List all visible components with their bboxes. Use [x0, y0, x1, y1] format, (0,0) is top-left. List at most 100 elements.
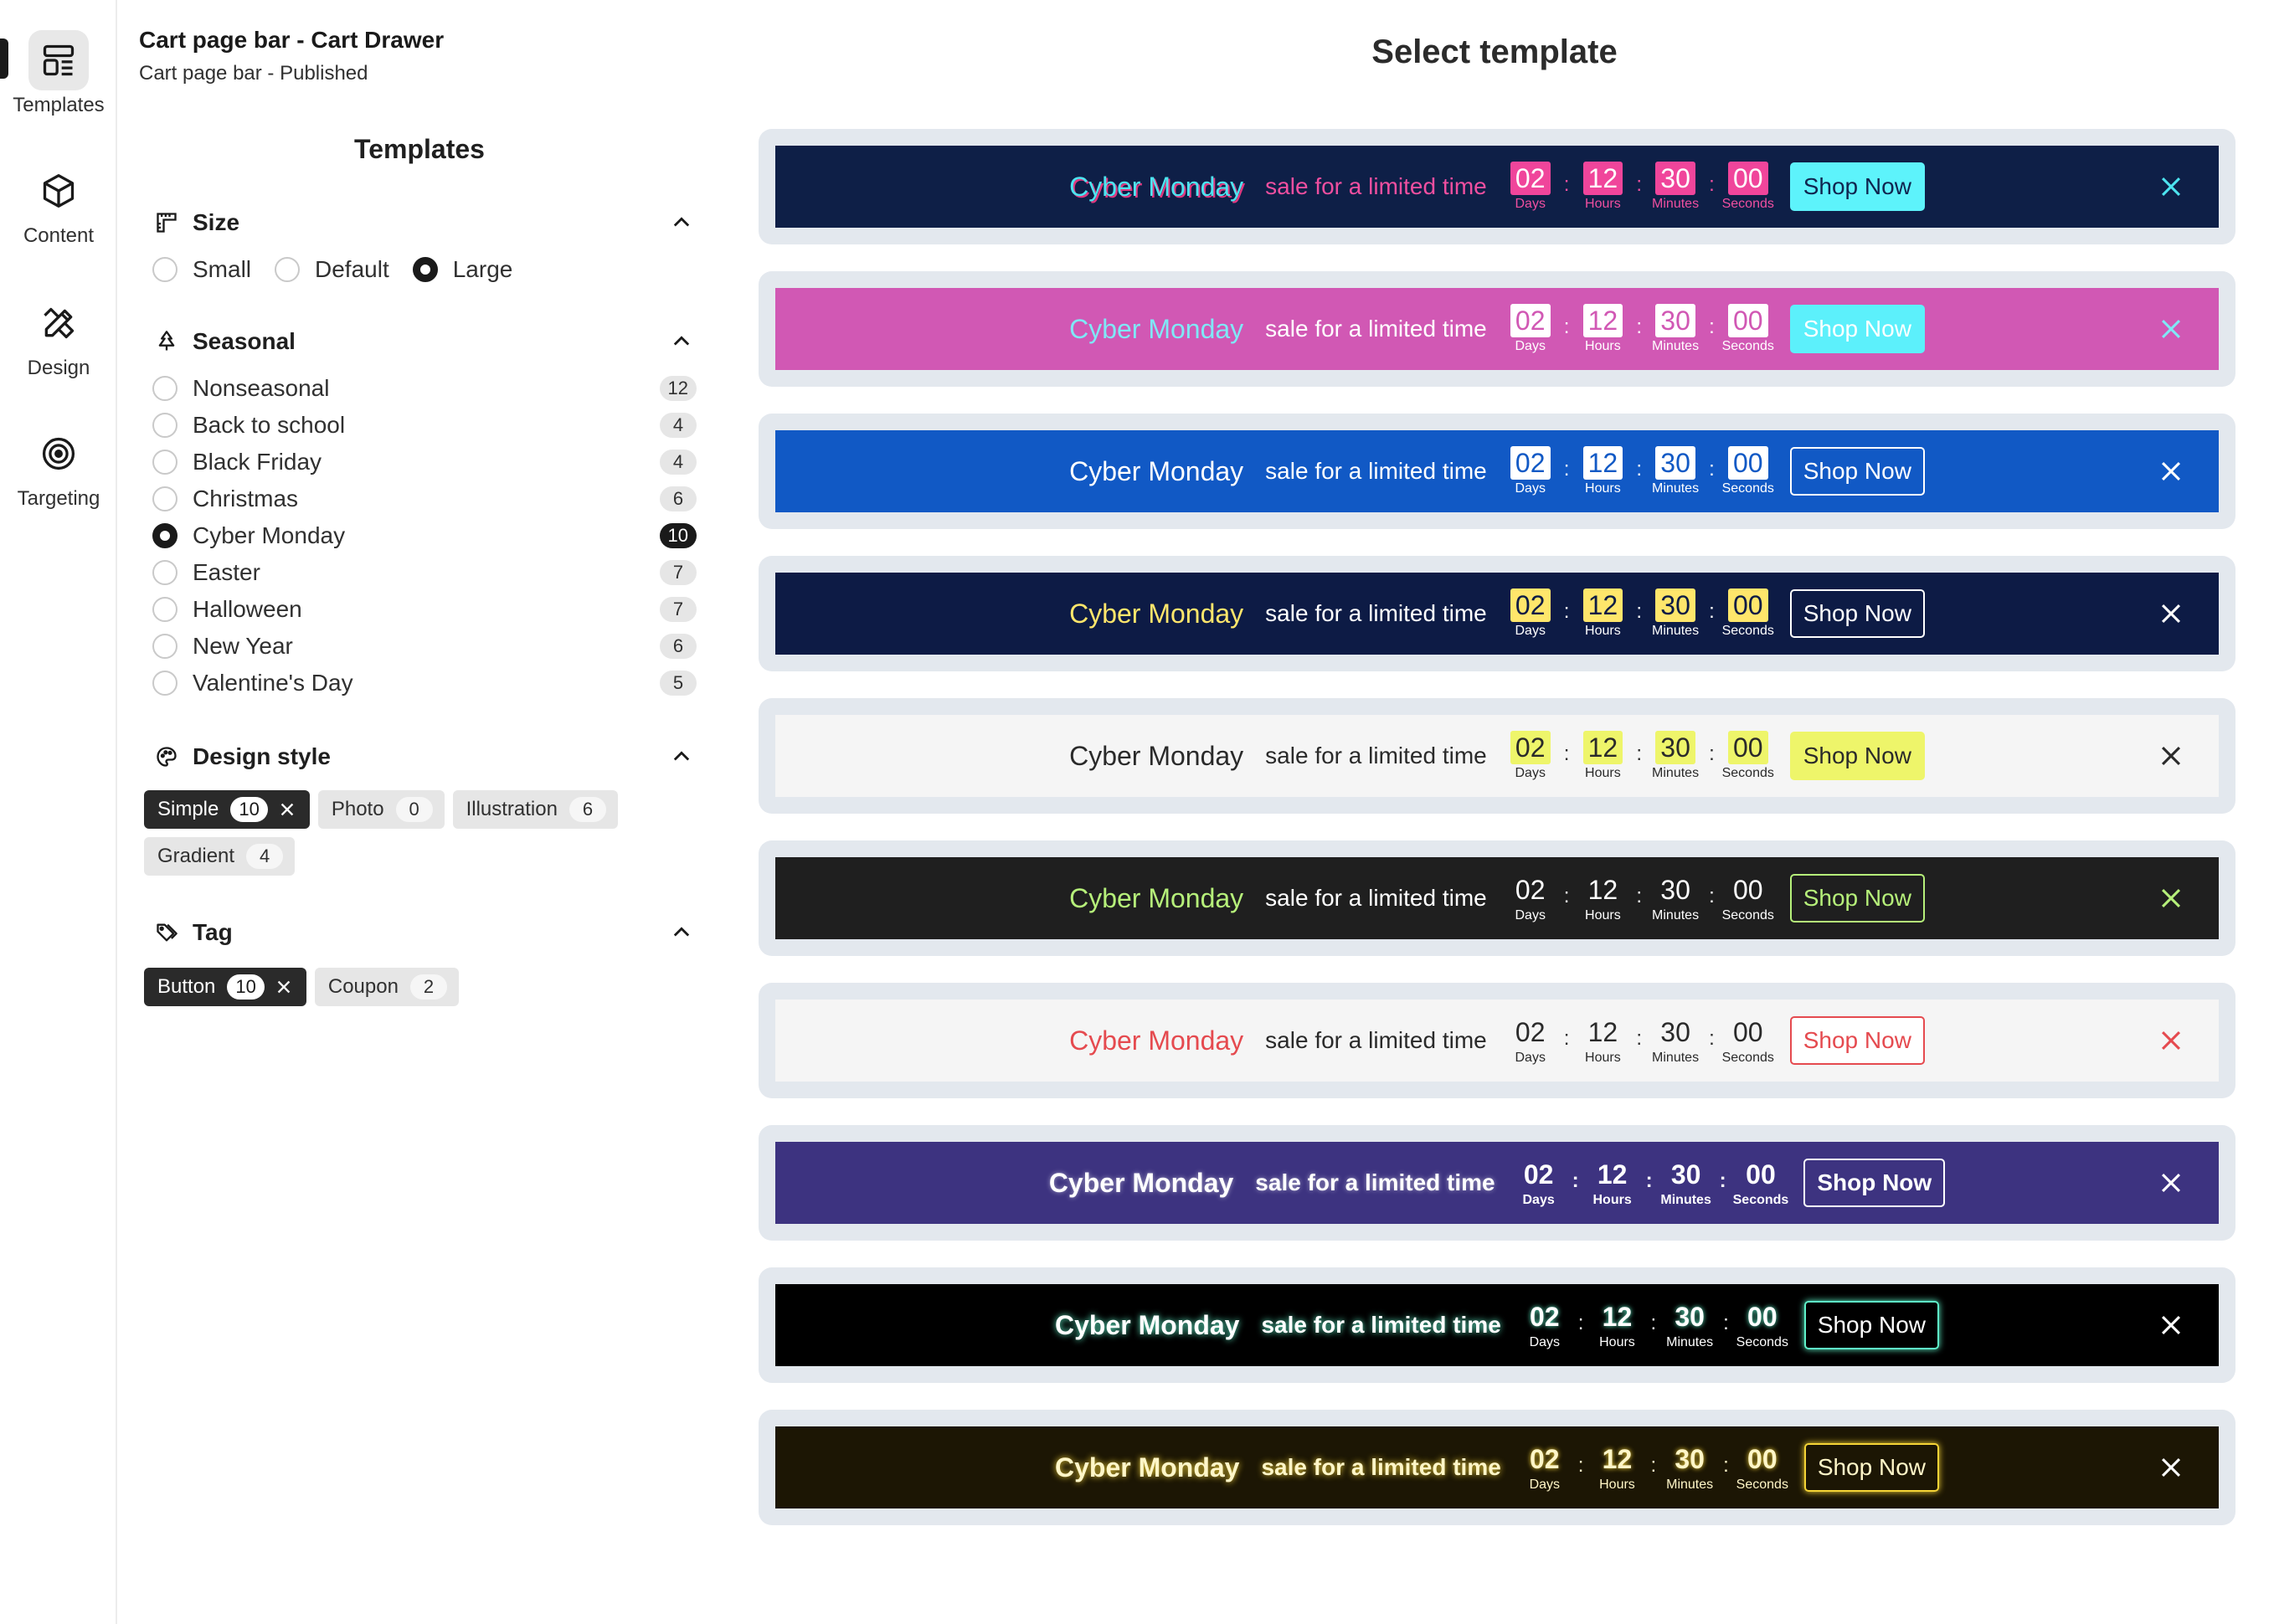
- countdown-separator: :: [1563, 743, 1570, 765]
- template-card[interactable]: Cyber Monday sale for a limited time 02 Day…: [759, 129, 2235, 244]
- countdown-separator: :: [1709, 1027, 1715, 1050]
- close-icon[interactable]: [2157, 315, 2185, 343]
- bar-title: Cyber Monday: [1069, 1025, 1244, 1056]
- seasonal-item[interactable]: Easter 7: [152, 554, 697, 591]
- chip-label: Photo: [331, 798, 384, 820]
- design-style-chip[interactable]: Photo 0: [317, 790, 445, 829]
- size-option-default[interactable]: Default: [275, 256, 389, 283]
- chip-label: Illustration: [466, 798, 558, 820]
- template-card[interactable]: Cyber Monday sale for a limited time 02 Day…: [759, 840, 2235, 956]
- radio-seasonal[interactable]: [152, 486, 177, 511]
- countdown-separator: :: [1563, 1027, 1570, 1050]
- template-card[interactable]: Cyber Monday sale for a limited time 02 Day…: [759, 983, 2235, 1098]
- rail-item-templates[interactable]: Templates: [0, 30, 117, 117]
- bar-subtitle: sale for a limited time: [1265, 1027, 1487, 1053]
- seasonal-item[interactable]: Valentine's Day 5: [152, 665, 697, 702]
- bar-title: Cyber Monday: [1069, 455, 1244, 486]
- chevron-up-icon[interactable]: [666, 917, 697, 948]
- design-style-chip[interactable]: Simple 10: [144, 790, 310, 829]
- close-icon[interactable]: [2157, 742, 2185, 770]
- countdown-minutes-label: Minutes: [1666, 1335, 1714, 1349]
- seasonal-item[interactable]: Halloween 7: [152, 591, 697, 628]
- close-icon[interactable]: [2157, 1026, 2185, 1055]
- seasonal-title: Seasonal: [193, 328, 296, 354]
- radio-seasonal[interactable]: [152, 634, 177, 659]
- announcement-bar: Cyber Monday sale for a limited time 02 Day…: [775, 1142, 2219, 1224]
- design-style-chip[interactable]: Illustration 6: [452, 790, 618, 829]
- radio-small[interactable]: [152, 257, 177, 282]
- template-card[interactable]: Cyber Monday sale for a limited time 02 Day…: [759, 1267, 2235, 1383]
- seasonal-item[interactable]: Back to school 4: [152, 407, 697, 444]
- radio-seasonal[interactable]: [152, 523, 177, 548]
- radio-seasonal[interactable]: [152, 413, 177, 438]
- close-icon[interactable]: [2157, 1169, 2185, 1197]
- countdown-days: 02 Days: [1504, 588, 1557, 639]
- tag-chip[interactable]: Button 10: [144, 968, 306, 1006]
- radio-seasonal[interactable]: [152, 376, 177, 401]
- rail-item-content[interactable]: Content: [0, 161, 117, 248]
- size-section-header[interactable]: Size: [152, 204, 697, 241]
- size-option-large[interactable]: Large: [412, 256, 512, 283]
- seasonal-item[interactable]: New Year 6: [152, 628, 697, 665]
- radio-default[interactable]: [275, 257, 301, 282]
- countdown-minutes-value: 30: [1675, 1444, 1705, 1474]
- countdown-minutes: 30 Minutes: [1663, 1442, 1716, 1493]
- announcement-bar: Cyber Monday sale for a limited time 02 Day…: [775, 146, 2219, 228]
- close-icon[interactable]: [2157, 884, 2185, 912]
- close-icon[interactable]: [2157, 1453, 2185, 1482]
- countdown-minutes: 30 Minutes: [1649, 446, 1702, 496]
- bar-subtitle: sale for a limited time: [1265, 173, 1487, 199]
- close-icon[interactable]: [273, 976, 295, 998]
- countdown-separator: :: [1723, 1454, 1729, 1477]
- seasonal-label: Black Friday: [193, 449, 322, 475]
- template-card[interactable]: Cyber Monday sale for a limited time 02 Day…: [759, 414, 2235, 529]
- countdown-timer: 02 Days:12 Hours:30 Minutes:00 Seconds: [1504, 446, 1775, 496]
- tag-chip[interactable]: Coupon 2: [314, 968, 459, 1006]
- design-style-section-header[interactable]: Design style: [152, 738, 697, 775]
- seasonal-list: Nonseasonal 12 Back to school 4 Black Friday…: [152, 370, 697, 702]
- rail-item-targeting[interactable]: Targeting: [0, 424, 117, 511]
- radio-large[interactable]: [412, 257, 438, 282]
- shop-now-button[interactable]: Shop Now: [1789, 589, 1925, 638]
- shop-now-button[interactable]: Shop Now: [1803, 1443, 1939, 1492]
- close-icon[interactable]: [2157, 599, 2185, 628]
- seasonal-count: 6: [660, 486, 697, 511]
- template-card[interactable]: Cyber Monday sale for a limited time 02 Day…: [759, 1125, 2235, 1241]
- seasonal-item[interactable]: Cyber Monday 10: [152, 517, 697, 554]
- radio-seasonal[interactable]: [152, 560, 177, 585]
- shop-now-button[interactable]: Shop Now: [1789, 162, 1925, 211]
- shop-now-button[interactable]: Shop Now: [1789, 447, 1925, 496]
- shop-now-button[interactable]: Shop Now: [1803, 1159, 1946, 1207]
- design-style-chip[interactable]: Gradient 4: [144, 837, 296, 876]
- template-card[interactable]: Cyber Monday sale for a limited time 02 Day…: [759, 556, 2235, 671]
- shop-now-button[interactable]: Shop Now: [1803, 1301, 1939, 1349]
- close-icon[interactable]: [2157, 457, 2185, 486]
- close-icon[interactable]: [2157, 1311, 2185, 1339]
- shop-now-button[interactable]: Shop Now: [1789, 1016, 1925, 1065]
- seasonal-item[interactable]: Black Friday 4: [152, 444, 697, 481]
- seasonal-section-header[interactable]: Seasonal: [152, 323, 697, 360]
- template-card[interactable]: Cyber Monday sale for a limited time 02 Day…: [759, 271, 2235, 387]
- shop-now-button[interactable]: Shop Now: [1789, 732, 1925, 780]
- chevron-up-icon[interactable]: [666, 208, 697, 238]
- close-icon[interactable]: [276, 799, 298, 820]
- chevron-up-icon[interactable]: [666, 742, 697, 772]
- rail-label-templates: Templates: [13, 94, 105, 116]
- rail-item-design[interactable]: Design: [0, 293, 117, 380]
- seasonal-item[interactable]: Nonseasonal 12: [152, 370, 697, 407]
- radio-seasonal[interactable]: [152, 450, 177, 475]
- countdown-hours-label: Hours: [1585, 481, 1621, 496]
- template-card[interactable]: Cyber Monday sale for a limited time 02 Day…: [759, 1410, 2235, 1525]
- template-card[interactable]: Cyber Monday sale for a limited time 02 Day…: [759, 698, 2235, 814]
- countdown-minutes-value: 30: [1655, 731, 1695, 764]
- shop-now-button[interactable]: Shop Now: [1789, 874, 1925, 922]
- countdown-hours: 12 Hours: [1586, 1158, 1639, 1208]
- shop-now-button[interactable]: Shop Now: [1789, 305, 1925, 353]
- size-option-small[interactable]: Small: [152, 256, 251, 283]
- tag-section-header[interactable]: Tag: [152, 914, 697, 951]
- close-icon[interactable]: [2157, 172, 2185, 201]
- radio-seasonal[interactable]: [152, 597, 177, 622]
- chevron-up-icon[interactable]: [666, 326, 697, 357]
- radio-seasonal[interactable]: [152, 671, 177, 696]
- seasonal-item[interactable]: Christmas 6: [152, 481, 697, 517]
